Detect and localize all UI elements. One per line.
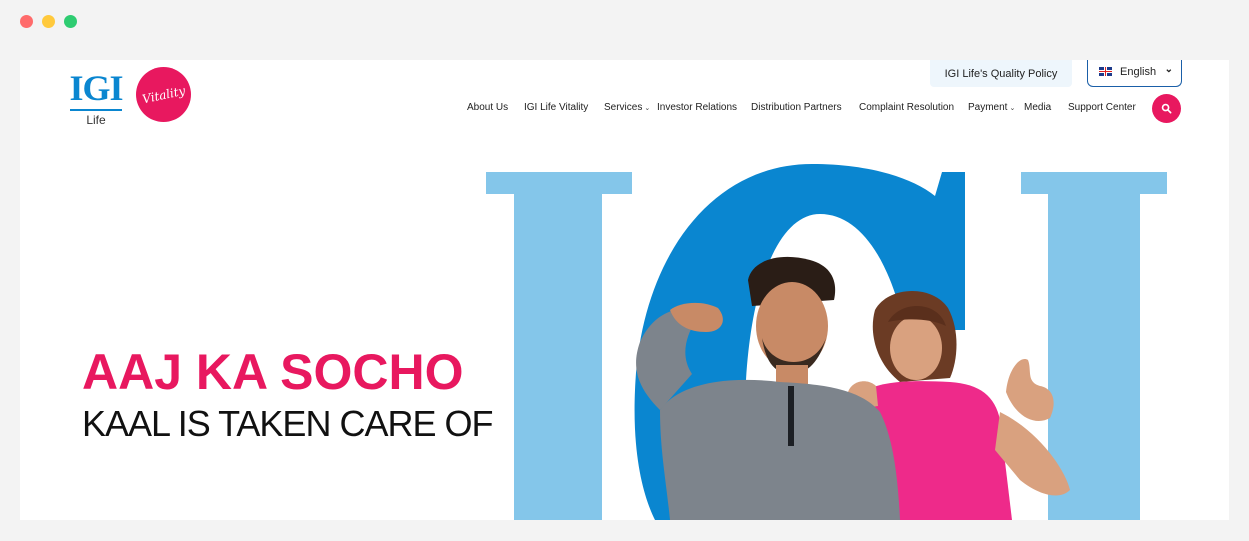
nav-item-payment[interactable]: Payment ⌄ xyxy=(968,101,1015,116)
chevron-down-icon: ⌄ xyxy=(1009,105,1016,112)
nav-item-services-label: Services xyxy=(604,102,643,113)
nav-item-investor-relations[interactable]: Investor Relations xyxy=(657,101,737,115)
uk-flag-icon xyxy=(1099,67,1112,76)
search-button[interactable] xyxy=(1152,94,1181,123)
hero-headline: AAJ KA SOCHO xyxy=(82,344,464,400)
minimize-window-button[interactable] xyxy=(42,15,55,28)
chevron-down-icon: ⌄ xyxy=(1164,64,1173,75)
close-window-button[interactable] xyxy=(20,15,33,28)
chevron-down-icon: ⌄ xyxy=(644,105,651,112)
language-selected: English xyxy=(1120,66,1157,78)
maximize-window-button[interactable] xyxy=(64,15,77,28)
nav-item-distribution-partners[interactable]: Distribution Partners xyxy=(751,101,842,115)
language-select[interactable]: English ⌄ xyxy=(1087,60,1182,87)
logo-rule xyxy=(70,109,122,111)
hero-image xyxy=(486,164,1167,520)
logo-sub: Life xyxy=(86,113,106,127)
nav-item-payment-label: Payment xyxy=(968,102,1008,113)
nav-item-support-center[interactable]: Support Center xyxy=(1068,101,1136,115)
nav-item-services[interactable]: Services ⌄ xyxy=(604,101,650,116)
search-icon xyxy=(1161,103,1172,114)
browser-window: IGI Life Vitality IGI Life's Quality Pol… xyxy=(0,0,1249,541)
nav-item-complaint-resolution[interactable]: Complaint Resolution xyxy=(859,101,954,115)
vitality-logo-text: Vitality xyxy=(140,83,187,106)
hero-subheadline: KAAL IS TAKEN CARE OF xyxy=(82,403,493,444)
letter-i-left xyxy=(486,172,632,520)
quality-policy-button[interactable]: IGI Life's Quality Policy xyxy=(930,60,1072,87)
logo-wordmark: IGI xyxy=(69,68,123,108)
nav-item-media[interactable]: Media xyxy=(1024,101,1051,115)
web-page: IGI Life Vitality IGI Life's Quality Pol… xyxy=(20,60,1229,520)
nav-item-about-us[interactable]: About Us xyxy=(467,101,508,115)
nav-item-igi-life-vitality[interactable]: IGI Life Vitality xyxy=(524,101,588,115)
vitality-logo[interactable]: Vitality xyxy=(136,67,191,122)
igi-life-logo[interactable]: IGI Life xyxy=(68,68,124,127)
